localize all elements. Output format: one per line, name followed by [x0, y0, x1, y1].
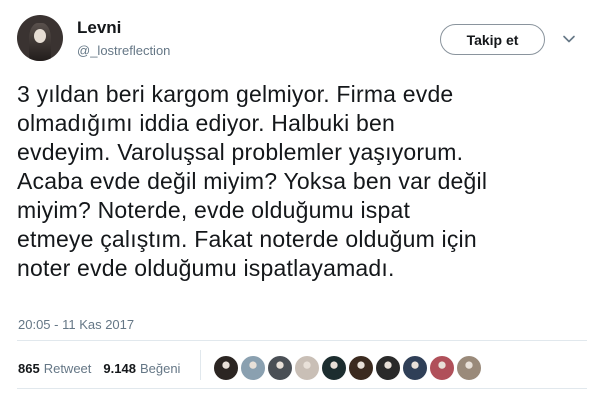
tweet-line: noter evde olduğumu ispatlayamadı. [17, 255, 395, 281]
retweet-count[interactable]: 865 [18, 361, 40, 376]
tweet-text: 3 yıldan beri kargom gelmiyor. Firma evd… [17, 80, 592, 283]
divider [17, 340, 587, 341]
liker-avatar[interactable] [321, 355, 347, 381]
user-handle[interactable]: @_lostreflection [77, 43, 170, 58]
liker-avatar[interactable] [240, 355, 266, 381]
retweet-label[interactable]: Retweet [44, 361, 92, 376]
tweet-line: 3 yıldan beri kargom gelmiyor. Firma evd… [17, 81, 454, 107]
liker-avatar[interactable] [456, 355, 482, 381]
tweet-line: etmeye çalıştım. Fakat noterde olduğum i… [17, 226, 477, 252]
liker-avatar[interactable] [402, 355, 428, 381]
tweet-line: olmadığımı iddia ediyor. Halbuki ben [17, 110, 395, 136]
profile-avatar[interactable] [17, 15, 63, 61]
divider [17, 388, 587, 389]
follow-button[interactable]: Takip et [440, 24, 545, 55]
liker-avatar[interactable] [348, 355, 374, 381]
tweet-timestamp[interactable]: 20:05 - 11 Kas 2017 [18, 317, 134, 332]
liker-avatar[interactable] [213, 355, 239, 381]
stats-separator [200, 350, 201, 380]
like-count[interactable]: 9.148 [103, 361, 136, 376]
tweet-stats: 865 Retweet 9.148 Beğeni [18, 361, 192, 376]
tweet-line: evdeyim. Varoluşsal problemler yaşıyorum… [17, 139, 464, 165]
like-label[interactable]: Beğeni [140, 361, 180, 376]
liker-avatar[interactable] [294, 355, 320, 381]
liker-avatar[interactable] [429, 355, 455, 381]
liker-avatars [213, 355, 483, 381]
liker-avatar[interactable] [267, 355, 293, 381]
liker-avatar[interactable] [375, 355, 401, 381]
tweet-line: Acaba evde değil miyim? Yoksa ben var de… [17, 168, 488, 194]
display-name[interactable]: Levni [77, 18, 121, 38]
chevron-down-icon[interactable] [562, 32, 576, 46]
tweet-line: miyim? Noterde, evde olduğumu ispat [17, 197, 411, 223]
